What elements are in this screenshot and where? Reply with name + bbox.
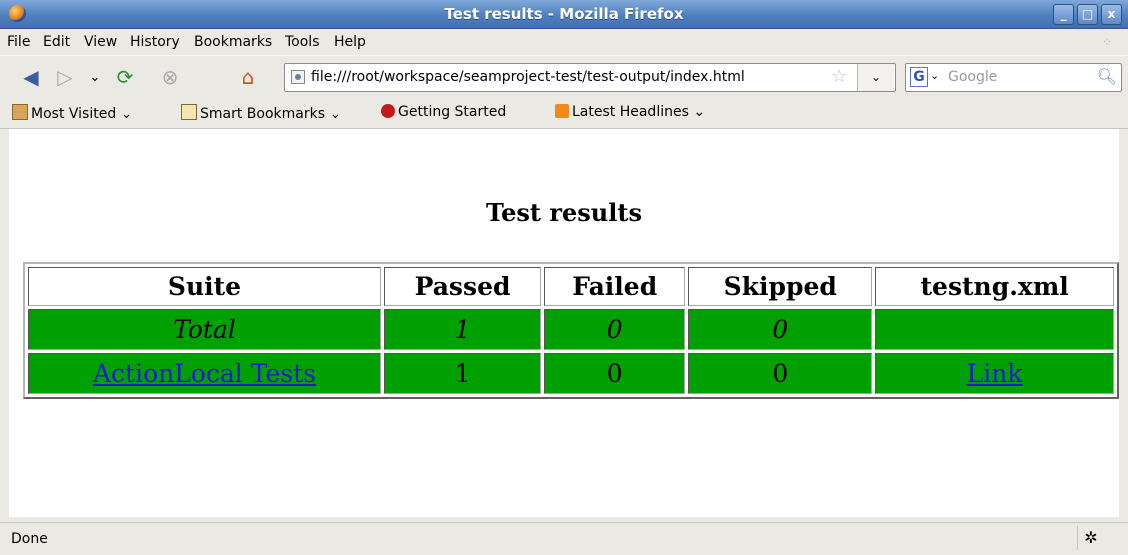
menu-history[interactable]: History	[130, 34, 180, 50]
table-row: ActionLocal Tests 1 0 0 Link	[28, 353, 1114, 394]
column-header-failed: Failed	[544, 267, 686, 306]
folder-icon	[181, 104, 197, 120]
reload-icon[interactable]: ⟳	[112, 64, 138, 90]
suite-link[interactable]: ActionLocal Tests	[93, 359, 316, 388]
menu-help[interactable]: Help	[334, 34, 366, 50]
search-icon[interactable]: 🔍︎	[1097, 67, 1117, 86]
url-bar[interactable]: file:///root/workspace/seamproject-test/…	[284, 63, 896, 92]
menu-file[interactable]: File	[7, 34, 30, 50]
xml-cell: Link	[875, 353, 1114, 394]
testng-xml-link[interactable]: Link	[967, 359, 1023, 388]
menu-bookmarks[interactable]: Bookmarks	[194, 34, 272, 50]
addon-status-icon[interactable]: ✲	[1077, 526, 1104, 550]
total-failed-cell: 0	[544, 309, 686, 350]
engine-dropdown-icon[interactable]: ⌄	[930, 69, 939, 82]
status-text: Done	[11, 531, 48, 547]
minimize-button[interactable]: _	[1053, 4, 1074, 25]
browser-window: Test results - Mozilla Firefox _ □ x Fil…	[0, 0, 1128, 555]
menu-view[interactable]: View	[84, 34, 117, 50]
bookmarks-toolbar: Most Visited ⌄ Smart Bookmarks ⌄ Getting…	[0, 96, 1128, 129]
navigation-toolbar: ◀ ▷ ⌄ ⟳ ⊗ ⌂ file:///root/workspace/seamp…	[0, 55, 1128, 96]
failed-cell: 0	[544, 353, 686, 394]
total-skipped-cell: 0	[688, 309, 873, 350]
back-button[interactable]: ◀	[18, 64, 44, 90]
menu-bar: File Edit View History Bookmarks Tools H…	[0, 29, 1128, 55]
total-passed-cell: 1	[384, 309, 542, 350]
results-table: Suite Passed Failed Skipped testng.xml T…	[23, 262, 1119, 399]
bookmark-latest-headlines[interactable]: Latest Headlines ⌄	[555, 104, 705, 120]
table-header-row: Suite Passed Failed Skipped testng.xml	[28, 267, 1114, 306]
home-icon[interactable]: ⌂	[235, 64, 261, 90]
total-xml-cell	[875, 309, 1114, 350]
close-button[interactable]: x	[1101, 4, 1122, 25]
page-title: Test results	[486, 198, 642, 227]
bookmark-most-visited[interactable]: Most Visited ⌄	[12, 104, 132, 122]
stop-icon[interactable]: ⊗	[157, 64, 183, 90]
menu-edit[interactable]: Edit	[43, 34, 70, 50]
column-header-skipped: Skipped	[688, 267, 873, 306]
menu-tools[interactable]: Tools	[285, 34, 320, 50]
bookmark-getting-started-label: Getting Started	[398, 104, 507, 120]
file-icon	[291, 70, 305, 84]
firefox-bookmark-icon	[381, 104, 395, 118]
bookmark-star-icon[interactable]: ☆	[831, 66, 847, 87]
total-suite-cell: Total	[28, 309, 381, 350]
search-bar[interactable]: G ⌄ Google 🔍︎	[905, 63, 1122, 92]
folder-icon	[12, 104, 28, 120]
history-dropdown-button[interactable]: ⌄	[82, 64, 108, 90]
rss-icon	[555, 104, 569, 118]
throbber-icon: ⁘	[1102, 35, 1113, 49]
passed-cell: 1	[384, 353, 542, 394]
column-header-passed: Passed	[384, 267, 542, 306]
bookmark-most-visited-label: Most Visited ⌄	[31, 106, 133, 122]
window-title: Test results - Mozilla Firefox	[444, 5, 684, 23]
column-header-testng-xml: testng.xml	[875, 267, 1114, 306]
total-row: Total 1 0 0	[28, 309, 1114, 350]
url-dropdown-button[interactable]: ⌄	[857, 64, 894, 91]
suite-cell: ActionLocal Tests	[28, 353, 381, 394]
bookmark-latest-headlines-label: Latest Headlines ⌄	[572, 104, 706, 120]
title-bar: Test results - Mozilla Firefox _ □ x	[0, 0, 1128, 29]
bookmark-smart-bookmarks[interactable]: Smart Bookmarks ⌄	[181, 104, 341, 122]
maximize-button[interactable]: □	[1077, 4, 1098, 25]
page-content: Test results Suite Passed Failed Skipped…	[9, 129, 1119, 517]
url-text[interactable]: file:///root/workspace/seamproject-test/…	[311, 69, 745, 85]
google-engine-icon[interactable]: G	[910, 67, 928, 87]
forward-button[interactable]: ▷	[52, 64, 78, 90]
bookmark-getting-started[interactable]: Getting Started	[381, 104, 506, 120]
status-bar: Done ✲	[0, 522, 1128, 555]
column-header-suite: Suite	[28, 267, 381, 306]
skipped-cell: 0	[688, 353, 873, 394]
bookmark-smart-bookmarks-label: Smart Bookmarks ⌄	[200, 106, 342, 122]
search-input[interactable]: Google	[948, 69, 997, 85]
